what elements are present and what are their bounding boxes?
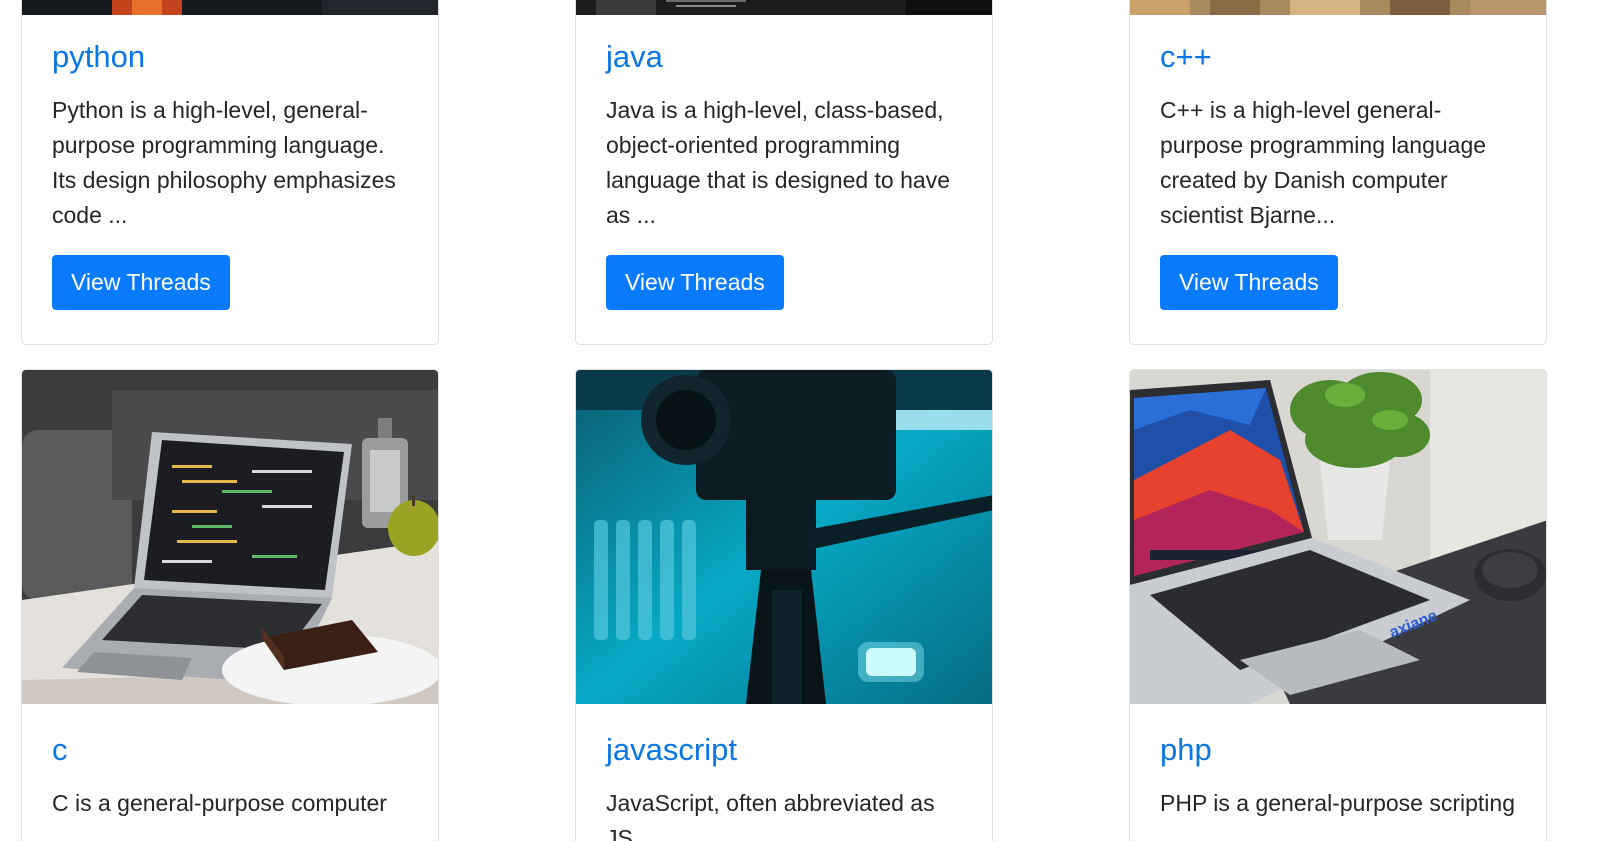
category-grid: python Python is a high-level, general-p… xyxy=(0,0,1612,841)
card-image-c xyxy=(22,370,438,704)
card-cpp: c++ C++ is a high-level general-purpose … xyxy=(1129,0,1547,345)
card-python: python Python is a high-level, general-p… xyxy=(21,0,439,345)
view-threads-button[interactable]: View Threads xyxy=(52,255,230,310)
card-javascript: javascript JavaScript, often abbreviated… xyxy=(575,369,993,841)
card-body-python: python Python is a high-level, general-p… xyxy=(52,37,412,310)
view-threads-button[interactable]: View Threads xyxy=(606,255,784,310)
card-description: Java is a high-level, class-based, objec… xyxy=(606,97,950,228)
card-title-link[interactable]: c++ xyxy=(1160,37,1520,77)
card-java: java Java is a high-level, class-based, … xyxy=(575,0,993,345)
card-c: c C is a general-purpose computer xyxy=(21,369,439,841)
card-body-php: php PHP is a general-purpose scripting xyxy=(1160,730,1520,821)
card-title-link[interactable]: python xyxy=(52,37,412,77)
card-body-cpp: c++ C++ is a high-level general-purpose … xyxy=(1160,37,1520,310)
card-image-php: axiane xyxy=(1130,370,1546,704)
card-title-link[interactable]: java xyxy=(606,37,966,77)
card-description: C is a general-purpose computer xyxy=(52,790,387,816)
card-image-cpp xyxy=(1130,0,1546,15)
card-title-link[interactable]: php xyxy=(1160,730,1520,770)
card-title-link[interactable]: javascript xyxy=(606,730,966,770)
card-image-python xyxy=(22,0,438,15)
card-php: axiane php PHP is a general-purpose scri… xyxy=(1129,369,1547,841)
card-image-java xyxy=(576,0,992,15)
card-body-javascript: javascript JavaScript, often abbreviated… xyxy=(606,730,966,841)
card-body-c: c C is a general-purpose computer xyxy=(52,730,412,821)
card-description: JavaScript, often abbreviated as JS, xyxy=(606,790,935,841)
card-description: PHP is a general-purpose scripting xyxy=(1160,790,1515,816)
card-image-javascript xyxy=(576,370,992,704)
view-threads-button[interactable]: View Threads xyxy=(1160,255,1338,310)
card-description: C++ is a high-level general-purpose prog… xyxy=(1160,97,1487,228)
card-description: Python is a high-level, general-purpose … xyxy=(52,97,396,228)
card-title-link[interactable]: c xyxy=(52,730,412,770)
card-body-java: java Java is a high-level, class-based, … xyxy=(606,37,966,310)
